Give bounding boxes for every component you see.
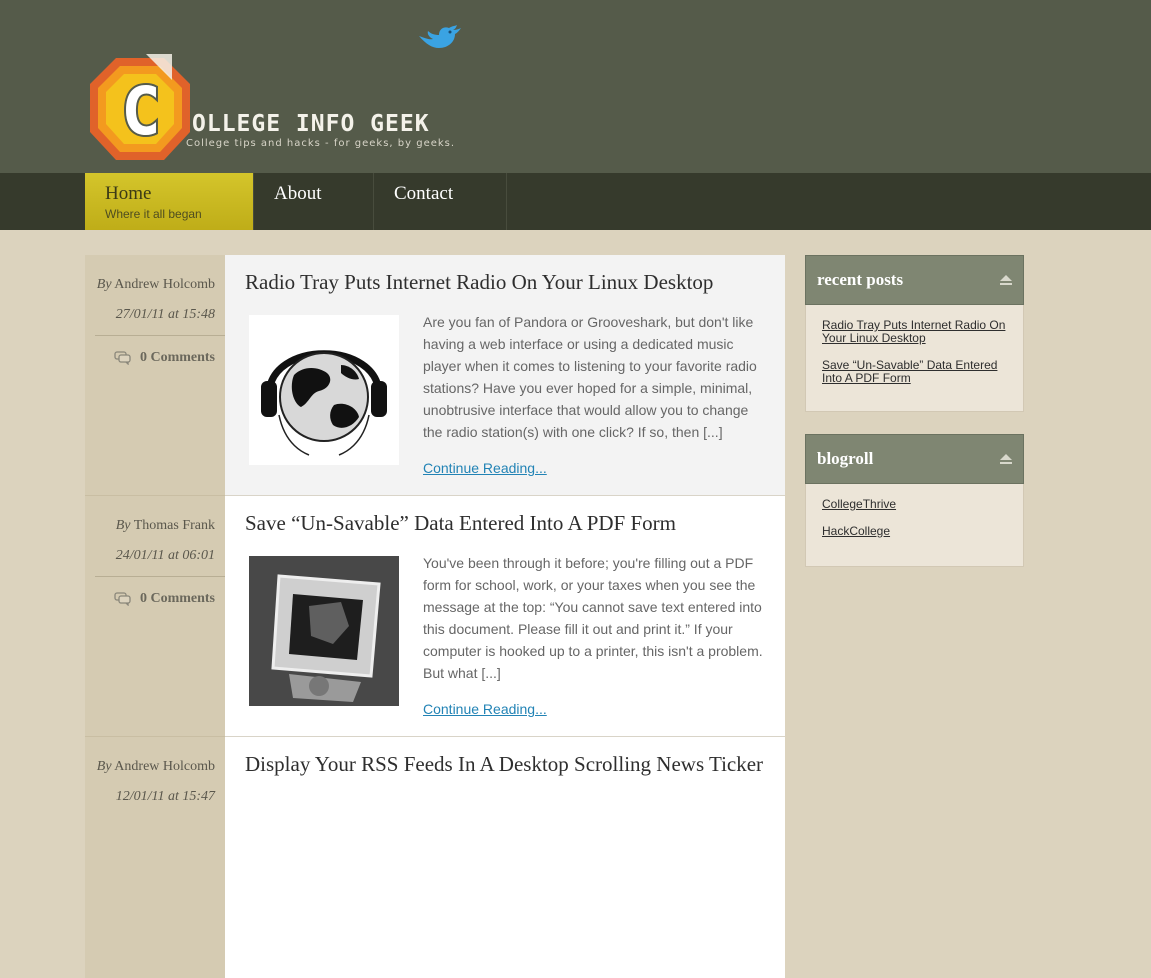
nav-about-label: About bbox=[274, 183, 322, 204]
post-author: By Andrew Holcomb bbox=[96, 759, 215, 774]
comments-link[interactable]: 0 Comments bbox=[114, 591, 215, 607]
recent-post-link[interactable]: Radio Tray Puts Internet Radio On Your L… bbox=[822, 319, 1007, 345]
nav-contact-label: Contact bbox=[394, 183, 454, 204]
post-item: By Andrew Holcomb 12/01/11 at 15:47 Disp… bbox=[85, 737, 785, 978]
widget-body: Radio Tray Puts Internet Radio On Your L… bbox=[805, 305, 1024, 412]
continue-reading-link[interactable]: Continue Reading... bbox=[423, 701, 547, 717]
main-nav: Home Where it all began About Contact bbox=[0, 173, 1151, 230]
recent-post-link[interactable]: Save “Un-Savable” Data Entered Into A PD… bbox=[822, 359, 1007, 385]
post-list: By Andrew Holcomb 27/01/11 at 15:48 0 Co… bbox=[85, 255, 785, 978]
blogroll-link[interactable]: CollegeThrive bbox=[822, 498, 1007, 511]
broken-monitor-thumbnail[interactable] bbox=[249, 556, 399, 706]
collapse-arrow-icon[interactable] bbox=[999, 452, 1013, 466]
comments-link[interactable]: 0 Comments bbox=[114, 350, 215, 366]
widget-body: CollegeThrive HackCollege bbox=[805, 484, 1024, 567]
blogroll-widget: blogroll CollegeThrive HackCollege bbox=[805, 434, 1024, 567]
nav-item-contact[interactable]: Contact bbox=[374, 173, 507, 230]
comment-bubble-icon bbox=[114, 351, 131, 365]
headphones-globe-thumbnail[interactable] bbox=[249, 315, 399, 465]
post-title[interactable]: Radio Tray Puts Internet Radio On Your L… bbox=[245, 269, 765, 295]
divider bbox=[95, 335, 225, 336]
post-excerpt: You've been through it before; you're fi… bbox=[423, 555, 763, 681]
site-tagline: College tips and hacks - for geeks, by g… bbox=[186, 138, 456, 149]
logo-letter: C bbox=[121, 73, 161, 150]
post-meta: By Andrew Holcomb 27/01/11 at 15:48 0 Co… bbox=[85, 255, 225, 496]
post-meta: By Thomas Frank 24/01/11 at 06:01 0 Comm… bbox=[85, 496, 225, 737]
nav-home-sublabel: Where it all began bbox=[105, 207, 202, 221]
recent-posts-widget: recent posts Radio Tray Puts Internet Ra… bbox=[805, 255, 1024, 412]
post-body: Save “Un-Savable” Data Entered Into A PD… bbox=[225, 496, 785, 737]
logo-icon[interactable]: C bbox=[86, 52, 196, 166]
nav-item-home[interactable]: Home Where it all began bbox=[85, 173, 254, 230]
post-body: Display Your RSS Feeds In A Desktop Scro… bbox=[225, 737, 785, 978]
widget-title: recent posts bbox=[817, 270, 904, 289]
blogroll-link[interactable]: HackCollege bbox=[822, 525, 1007, 538]
widget-header: blogroll bbox=[805, 434, 1024, 484]
post-author: By Thomas Frank bbox=[115, 518, 215, 533]
post-date: 24/01/11 at 06:01 bbox=[115, 548, 215, 563]
site-header: C OLLEGE INFO GEEK College tips and hack… bbox=[0, 0, 1151, 173]
twitter-bird-icon[interactable] bbox=[415, 22, 465, 50]
divider bbox=[95, 576, 225, 577]
widget-title: blogroll bbox=[817, 449, 874, 468]
post-excerpt: Are you fan of Pandora or Grooveshark, b… bbox=[423, 314, 757, 440]
post-author: By Andrew Holcomb bbox=[96, 277, 215, 292]
post-date: 27/01/11 at 15:48 bbox=[115, 307, 215, 322]
site-title[interactable]: OLLEGE INFO GEEK bbox=[192, 111, 430, 137]
post-title[interactable]: Save “Un-Savable” Data Entered Into A PD… bbox=[245, 510, 765, 536]
nav-home-label: Home bbox=[105, 183, 152, 204]
collapse-arrow-icon[interactable] bbox=[999, 273, 1013, 287]
post-item: By Thomas Frank 24/01/11 at 06:01 0 Comm… bbox=[85, 496, 785, 737]
widget-header: recent posts bbox=[805, 255, 1024, 305]
post-date: 12/01/11 at 15:47 bbox=[115, 789, 215, 804]
post-body: Radio Tray Puts Internet Radio On Your L… bbox=[225, 255, 785, 496]
nav-item-about[interactable]: About bbox=[254, 173, 374, 230]
post-item: By Andrew Holcomb 27/01/11 at 15:48 0 Co… bbox=[85, 255, 785, 496]
continue-reading-link[interactable]: Continue Reading... bbox=[423, 460, 547, 476]
comment-bubble-icon bbox=[114, 592, 131, 606]
post-meta: By Andrew Holcomb 12/01/11 at 15:47 bbox=[85, 737, 225, 978]
post-title[interactable]: Display Your RSS Feeds In A Desktop Scro… bbox=[245, 751, 765, 777]
